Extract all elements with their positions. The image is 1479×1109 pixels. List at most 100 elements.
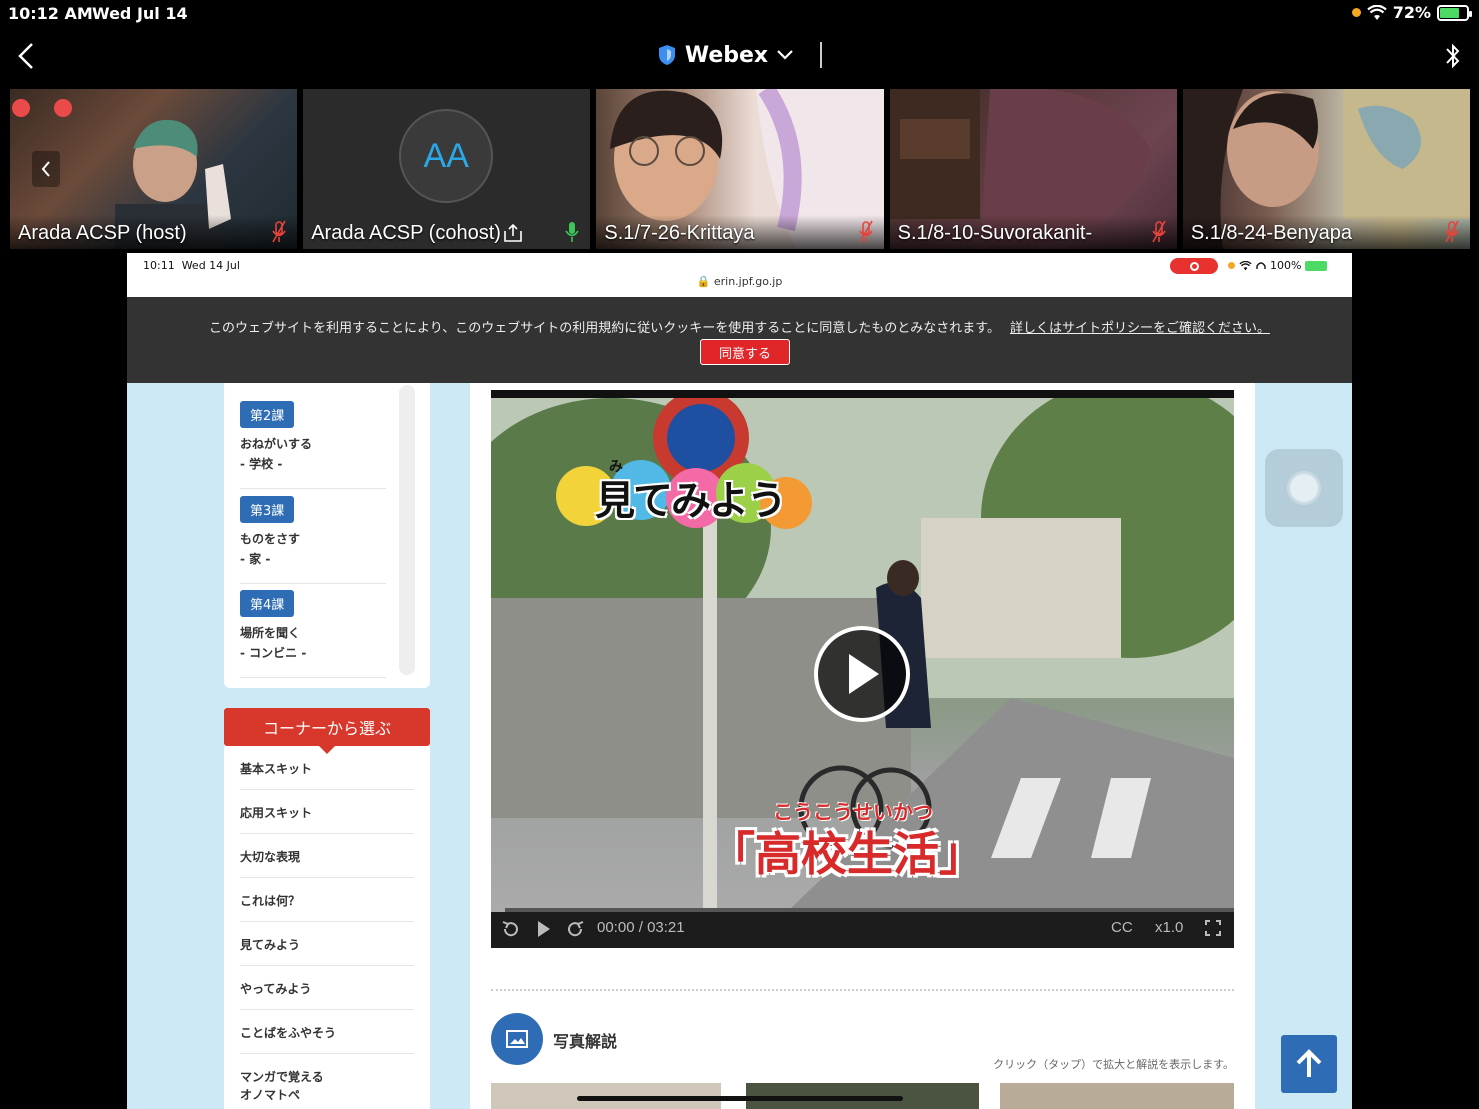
corner-item[interactable]: 見てみよう [240,928,414,966]
mic-muted-icon [1445,220,1459,243]
cookie-message: このウェブサイトを利用することにより、このウェブサイトの利用規約に従いクッキーを… [209,321,1270,336]
mic-in-use-indicator-icon [1351,8,1361,17]
mic-active-icon [565,222,580,242]
lesson-item[interactable]: 第4課 場所を聞く - コンビニ - [240,590,386,678]
shared-status-time: 10:11 Wed 14 Jul [143,259,240,272]
corner-item-line: オノマトペ [240,1088,301,1102]
video-overlay-title: 見てみよう [595,478,787,524]
ipad-screen: 10:12 AM Wed Jul 14 72% Webex Arada ACSP… [0,0,1479,1109]
lesson-badge: 第3課 [240,496,295,523]
mic-muted-icon [858,220,873,243]
forward-icon[interactable] [565,920,585,938]
video-overlay-ruby: み [609,459,623,475]
screen-recording-icon [1170,258,1218,274]
bluetooth-icon[interactable] [1443,40,1463,72]
meeting-title-menu[interactable]: Webex [0,42,1479,68]
cookie-banner: このウェブサイトを利用することにより、このウェブサイトの利用規約に従いクッキーを… [127,297,1352,383]
webex-header: Webex [0,28,1479,84]
participant-name: Arada ACSP (host) [18,222,187,244]
wifi-icon [1239,260,1252,270]
lesson-title: おねがいする [240,437,313,451]
status-date: Wed Jul 14 [92,4,188,23]
home-indicator [577,1096,903,1101]
video-player: 見てみよう み こうこうせいかつ 「高校生活」 00:00 / 03:21 CC… [491,390,1234,948]
title-divider [820,42,823,68]
scroll-to-top-button[interactable] [1281,1035,1337,1093]
corner-item[interactable]: やってみよう [240,972,414,1010]
share-screen-icon [504,223,523,242]
video-caption: 「高校生活」 [709,827,985,881]
wifi-icon [1366,4,1387,20]
meeting-title: Webex [684,42,769,68]
shared-screen: 10:11 Wed 14 Jul 🔒 erin.jpf.go.jp 100% こ… [127,253,1352,1109]
participant-tile-host[interactable]: Arada ACSP (host) [10,89,298,249]
section-divider [491,989,1234,991]
status-indicators: 72% [1351,3,1472,22]
video-frame[interactable]: 見てみよう み こうこうせいかつ 「高校生活」 [491,398,1234,908]
shared-battery-percent: 100% [1270,259,1302,272]
play-button[interactable] [814,626,910,722]
recording-icon [12,99,30,117]
corner-item-line: マンガで覚える [240,1070,324,1084]
headphones-icon [1256,261,1266,269]
lesson-item[interactable]: 第3課 ものをさす - 家 - [240,496,386,584]
corner-item[interactable]: 大切な表現 [240,840,414,878]
photo-section-note: クリック（タップ）で拡大と解説を表示します。 [993,1058,1234,1071]
corner-item-onomatopoeia[interactable]: マンガで覚える オノマトペ [240,1060,414,1109]
lesson-title: ものをさす [240,532,301,546]
participant-name: Arada ACSP (cohost) [311,222,501,244]
speed-button[interactable]: x1.0 [1155,919,1183,936]
corner-heading: コーナーから選ぶ [224,708,430,754]
participant-name: S.1/7-26-Krittaya [604,222,755,244]
participant-name: S.1/8-10-Suvorakanit- [897,222,1093,244]
corner-item[interactable]: 基本スキット [240,752,414,790]
corner-item[interactable]: 応用スキット [240,796,414,834]
lesson-item[interactable]: 第2課 おねがいする - 学校 - [240,401,386,489]
mic-muted-icon [272,220,286,243]
lesson-subtitle: - 学校 - [240,457,283,471]
arrow-up-icon [1296,1049,1322,1077]
time-display: 00:00 / 03:21 [597,919,685,936]
corner-menu: コーナーから選ぶ 基本スキット 応用スキット 大切な表現 これは何？ 見てみよう… [224,708,430,1109]
battery-percent: 72% [1392,3,1431,22]
participant-name: S.1/8-24-Benyapa [1190,222,1353,244]
chevron-down-icon [777,50,793,60]
cc-button[interactable]: CC [1111,919,1133,936]
battery-charging-icon [1437,4,1472,21]
photo-section-title: 写真解説 [553,1032,618,1051]
shield-icon [658,45,675,65]
fullscreen-icon[interactable] [1205,920,1221,936]
recording-icon [54,99,72,117]
lesson-list: 第2課 おねがいする - 学校 - 第3課 ものをさす - 家 - 第4課 場所… [224,383,430,688]
mic-muted-icon [1152,220,1166,243]
participant-tile[interactable]: S.1/8-24-Benyapa [1182,89,1471,249]
shared-status-bar: 10:11 Wed 14 Jul 🔒 erin.jpf.go.jp 100% [127,253,1352,297]
participant-tile[interactable]: S.1/8-10-Suvorakanit- [889,89,1177,249]
chevron-left-icon [41,161,50,177]
mic-in-use-indicator-icon [1228,262,1235,269]
corner-item[interactable]: これは何？ [240,884,414,922]
lesson-badge: 第2課 [240,401,295,428]
video-controls: 00:00 / 03:21 CC x1.0 [491,908,1234,948]
status-bar: 10:12 AM Wed Jul 14 72% [0,0,1479,28]
shared-url: 🔒 erin.jpf.go.jp [696,275,783,288]
battery-charging-icon [1305,260,1328,271]
scrollbar[interactable] [399,385,415,675]
participant-tile-cohost[interactable]: AA Arada ACSP (cohost) [303,89,591,249]
lesson-subtitle: - 家 - [240,552,271,566]
replay-icon[interactable] [501,920,521,938]
participant-strip: Arada ACSP (host) AA Arada ACSP (cohost)… [10,89,1471,249]
previous-participants-button[interactable] [32,151,60,187]
progress-bar[interactable] [491,908,1234,912]
play-small-icon[interactable] [537,920,551,938]
site-policy-link[interactable]: 詳しくはサイトポリシーをご確認ください。 [1010,321,1270,336]
lesson-badge: 第4課 [240,590,295,617]
shared-status-indicators: 100% [1228,259,1328,272]
agree-button[interactable]: 同意する [700,339,790,365]
corner-item[interactable]: ことばをふやそう [240,1016,414,1054]
participant-tile[interactable]: S.1/7-26-Krittaya [596,89,884,249]
photo-thumbnail[interactable] [1000,1083,1234,1109]
assistive-touch-button[interactable] [1265,449,1343,527]
lesson-title: 場所を聞く [240,626,301,640]
lesson-subtitle: - コンビニ - [240,646,307,660]
